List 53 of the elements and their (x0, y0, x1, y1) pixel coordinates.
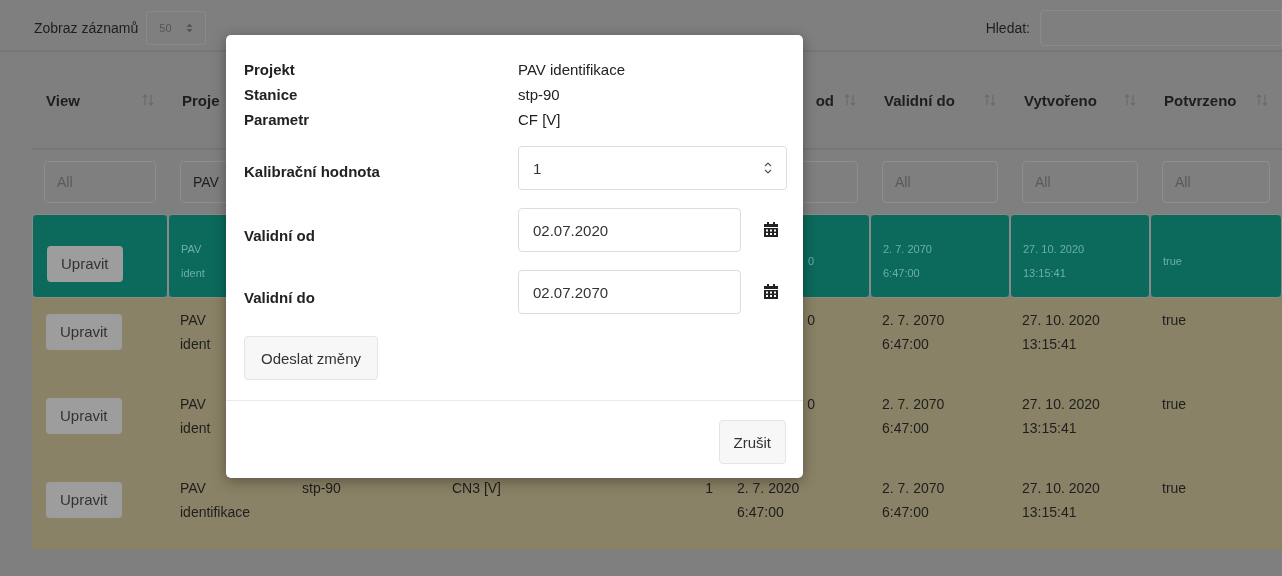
table-cell-text: true (1163, 254, 1182, 269)
table-cell: 2. 7. 2070 6:47:00 (882, 480, 945, 520)
submit-button[interactable]: Odeslat změny (244, 336, 379, 380)
date-field[interactable]: 02.07.2020 (518, 208, 741, 252)
field-value: CF [V] (518, 110, 562, 130)
table-cell: stp-90 (302, 480, 341, 496)
column-header[interactable]: od (815, 91, 834, 109)
table-cell: 27. 10. 2020 13:15:41 (1022, 480, 1100, 520)
field-label: Kalibrační hodnota (244, 161, 381, 182)
table-cell-text: 0 (807, 254, 814, 269)
field-label: Projekt (244, 60, 296, 80)
calendar-icon[interactable] (764, 283, 778, 299)
table-cell: 2. 7. 2070 6:47:00 (882, 312, 945, 352)
table-cell: true (1162, 480, 1187, 496)
field-label: Validní do (244, 287, 316, 308)
table-cell-text: 0 (807, 395, 815, 414)
table-cell-text: PAV ident (181, 242, 205, 281)
column-header[interactable]: Potvrzeno (1164, 91, 1237, 109)
column-header[interactable]: Vytvořeno (1024, 91, 1097, 109)
field-label: Stanice (244, 85, 299, 105)
table-cell: CN3 [V] (452, 480, 501, 496)
edit-button[interactable]: Upravit (47, 246, 123, 282)
column-header[interactable]: View (46, 91, 80, 109)
number-field[interactable]: 1 (518, 146, 787, 190)
table-cell-text: 2. 7. 2020 6:47:00 (737, 479, 800, 522)
field-value: PAV identifikace (518, 60, 626, 80)
table-cell: PAV ident (180, 312, 211, 352)
table-cell-text: 0 (807, 311, 815, 330)
edit-button[interactable]: Upravit (46, 314, 122, 350)
edit-button[interactable]: Upravit (46, 398, 122, 434)
table-cell-text: 27. 10. 2020 13:15:41 (1023, 242, 1085, 281)
field-label: Parametr (244, 110, 311, 130)
field-label: Validní od (244, 225, 316, 246)
column-header[interactable]: Validní do (884, 91, 955, 109)
table-cell-text: 1 (705, 479, 713, 498)
table-cell: 2. 7. 2070 6:47:00 (882, 396, 945, 436)
table-cell: 27. 10. 2020 13:15:41 (1022, 312, 1100, 352)
field-value: stp-90 (518, 85, 561, 105)
table-cell: PAV identifikace (180, 480, 251, 520)
table-cell: true (1162, 312, 1187, 328)
table-cell: PAV ident (180, 396, 211, 436)
edit-button[interactable]: Upravit (46, 482, 122, 518)
table-cell-text: 2. 7. 2070 6:47:00 (883, 242, 932, 281)
length-label: Zobraz záznamů (34, 20, 139, 36)
table-cell: 27. 10. 2020 13:15:41 (1022, 396, 1100, 436)
caret-icon (185, 23, 193, 33)
column-header[interactable]: Proje (182, 91, 220, 109)
spinner-icon[interactable] (764, 161, 772, 175)
table-cell: true (1162, 396, 1187, 412)
date-field[interactable]: 02.07.2070 (518, 270, 741, 314)
calendar-icon[interactable] (764, 221, 778, 237)
search-label: Hledat: (985, 20, 1030, 36)
cancel-button[interactable]: Zrušit (718, 420, 786, 464)
